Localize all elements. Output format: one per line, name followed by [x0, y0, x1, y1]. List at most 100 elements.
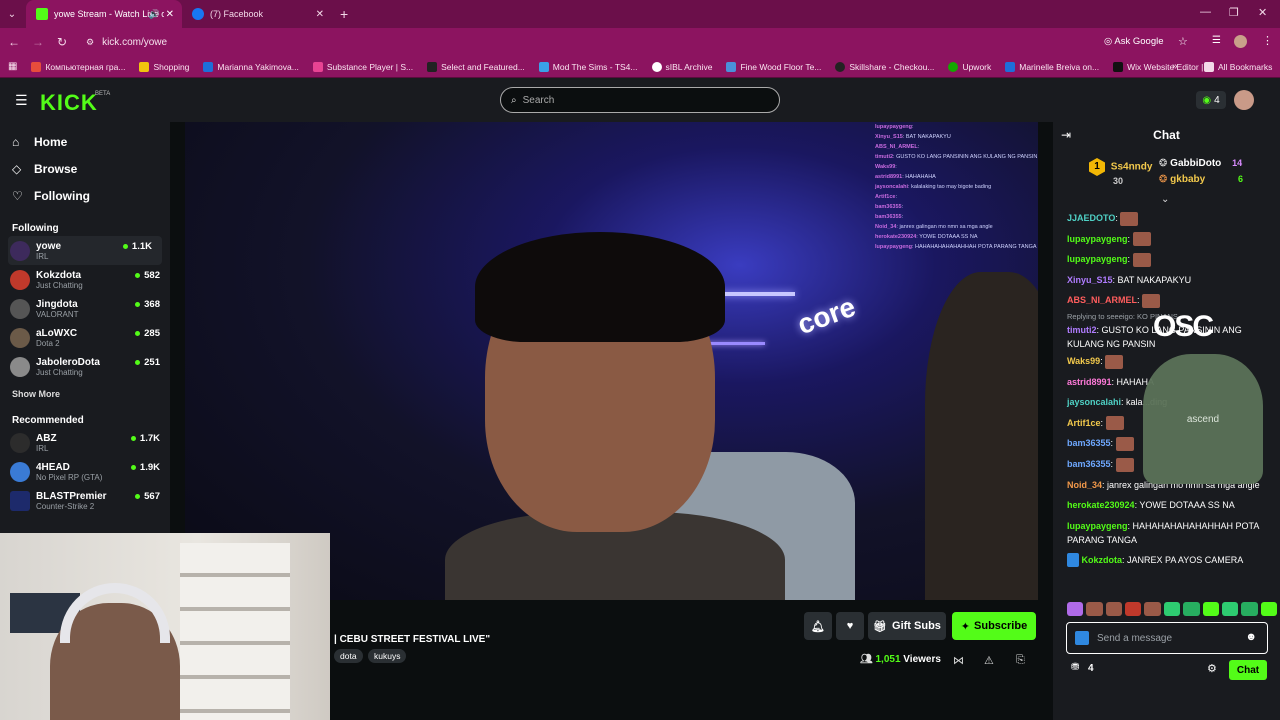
send-chat-button[interactable]: Chat: [1229, 660, 1267, 680]
new-tab-icon[interactable]: +: [340, 6, 348, 22]
report-icon[interactable]: ⚠: [984, 654, 994, 667]
kick-logo[interactable]: KICK: [40, 90, 98, 116]
chat-message: JJAEDOTO:: [1067, 208, 1273, 229]
emote-icon[interactable]: [1067, 602, 1084, 616]
channel-item-jingdota[interactable]: Jingdota VALORANT 368: [0, 294, 170, 323]
profile-avatar-icon[interactable]: [1234, 35, 1247, 48]
video-player[interactable]: core lupaypaygeng: Xinyu_S15: BAT NAKAPA…: [185, 122, 1038, 600]
restore-icon[interactable]: ❐: [1229, 6, 1239, 19]
bookmark-item[interactable]: Компьютерная гра...: [31, 61, 125, 72]
emote-icon[interactable]: [1260, 602, 1277, 616]
following-section-title: Following: [12, 223, 59, 234]
channel-item-4head[interactable]: 4HEAD No Pixel RP (GTA) 1.9K: [0, 457, 170, 486]
emote-icon[interactable]: [1221, 602, 1239, 616]
overlay-chat-line: ABS_NI_ARMEL:: [875, 144, 920, 150]
chat-title: Chat: [1153, 128, 1180, 142]
url-field[interactable]: ⚙ kick.com/yowe: [86, 32, 1086, 52]
bookmark-item[interactable]: sIBL Archive: [651, 61, 712, 72]
share-icon[interactable]: ⋈: [953, 654, 964, 667]
bookmark-item[interactable]: Wix Website Editor |...: [1113, 61, 1210, 72]
bookmarks-overflow-icon[interactable]: »: [1172, 61, 1178, 72]
emote-icon[interactable]: [1183, 602, 1200, 616]
bookmark-favicon-icon: [1113, 61, 1124, 72]
back-icon[interactable]: ←: [2, 35, 26, 49]
channel-item-jaboleodota[interactable]: JaboleroDota Just Chatting 251: [0, 352, 170, 381]
gift-subs-button[interactable]: 🎁︎ Gift Subs: [868, 612, 946, 640]
bookmark-favicon-icon: [139, 61, 150, 72]
emote-icon[interactable]: [1125, 602, 1142, 616]
channel-item-yowe[interactable]: yowe IRL 1.1K: [8, 236, 162, 265]
follow-heart-button[interactable]: ♥: [836, 612, 864, 640]
minimize-icon[interactable]: —: [1200, 6, 1211, 18]
site-info-icon[interactable]: ⚙: [86, 37, 94, 48]
overlay-brand-text: ascend: [1186, 413, 1220, 425]
channel-item-alowxc[interactable]: aLoWXC Dota 2 285: [0, 323, 170, 352]
bookmark-item[interactable]: Marianna Yakimova...: [203, 61, 299, 72]
tab-kick[interactable]: yowe Stream - Watch Live o 🔊 ✕: [26, 0, 182, 28]
tab-facebook[interactable]: (7) Facebook ✕: [182, 0, 332, 28]
chat-message-input[interactable]: Send a message ☻: [1066, 622, 1268, 654]
bookmark-item[interactable]: Mod The Sims - TS4...: [538, 61, 638, 72]
tab-search-chevron-icon[interactable]: ⌄: [0, 9, 24, 20]
bookmark-favicon-icon: [1005, 61, 1016, 72]
emote-icon[interactable]: [1202, 602, 1219, 616]
channel-item-abz[interactable]: ABZ IRL 1.7K: [0, 428, 170, 457]
sidebar-item-home[interactable]: ⌂ Home: [0, 128, 170, 155]
emote-icon[interactable]: [1241, 602, 1258, 616]
bookmark-item[interactable]: Skillshare - Checkou...: [835, 61, 934, 72]
channel-avatar: [10, 356, 30, 377]
subscribe-button[interactable]: ✦ Subscribe: [952, 612, 1036, 640]
kick-coin-icon: ◉: [1202, 94, 1212, 106]
menu-icon[interactable]: ☰: [15, 92, 28, 109]
stream-title: | CEBU STREET FESTIVAL LIVE": [334, 634, 491, 645]
stream-tag[interactable]: dota: [334, 649, 363, 663]
bookmark-favicon-icon: [31, 61, 42, 72]
reload-icon[interactable]: ↻: [50, 35, 74, 49]
ask-google-button[interactable]: ◎ Ask Google: [1104, 36, 1164, 47]
user-avatar[interactable]: [1234, 90, 1254, 110]
close-window-icon[interactable]: ✕: [1258, 6, 1267, 19]
emote-icon[interactable]: [1086, 602, 1103, 616]
channel-item-blastpremier[interactable]: BLASTPremier Counter-Strike 2 567: [0, 486, 170, 515]
channel-item-kokzdota[interactable]: Kokzdota Just Chatting 582: [0, 265, 170, 294]
chat-expand-icon[interactable]: ⌄: [1161, 194, 1169, 205]
apps-grid-icon[interactable]: ▦: [8, 61, 17, 72]
webcam-overlay: [0, 533, 330, 720]
bookmark-item[interactable]: Select and Featured...: [427, 61, 525, 72]
search-input[interactable]: ⌕ Search: [500, 87, 780, 113]
menu-kebab-icon[interactable]: ⋮: [1262, 34, 1273, 47]
chat-settings-icon[interactable]: ⚙: [1207, 662, 1217, 675]
sidebar-item-following[interactable]: ♡ Following: [0, 182, 170, 209]
stream-tag[interactable]: kukuys: [368, 649, 407, 663]
bookmark-item[interactable]: Shopping: [139, 61, 189, 72]
bookmark-favicon-icon: [948, 61, 959, 72]
notification-bell-button[interactable]: 🔔︎: [804, 612, 832, 640]
home-icon: ⌂: [12, 134, 20, 149]
overlay-chat-line: bam36355:: [875, 214, 904, 220]
bookmark-item[interactable]: Marinelle Breiva on...: [1005, 61, 1099, 72]
more-options-icon[interactable]: ⎘: [1016, 654, 1025, 667]
tab-close-icon[interactable]: ✕: [316, 9, 324, 20]
sidebar-item-browse[interactable]: ◇ Browse: [0, 155, 170, 182]
tab-search-icon[interactable]: ☰: [1212, 35, 1221, 46]
show-more-button[interactable]: Show More: [0, 389, 170, 399]
chat-message: lupaypaygeng:: [1067, 249, 1273, 270]
bell-icon: 🔔︎: [811, 620, 825, 633]
forward-icon[interactable]: →: [26, 35, 50, 49]
search-placeholder: Search: [522, 94, 555, 106]
tab-close-icon[interactable]: ✕: [166, 9, 174, 20]
emoji-icon[interactable]: ☻: [1245, 631, 1257, 643]
emote-icon[interactable]: [1144, 602, 1161, 616]
bookmark-item[interactable]: Substance Player | S...: [312, 61, 413, 72]
bookmark-item[interactable]: Upwork: [948, 61, 991, 72]
tab-audio-icon[interactable]: 🔊: [149, 9, 160, 20]
all-bookmarks-button[interactable]: All Bookmarks: [1204, 61, 1272, 72]
bookmark-item[interactable]: Fine Wood Floor Te...: [726, 61, 821, 72]
kick-points-button[interactable]: ◉ 4: [1196, 91, 1226, 109]
emote-icon[interactable]: [1163, 602, 1181, 616]
viewer-count: 567: [135, 491, 160, 502]
emote-icon[interactable]: [1105, 602, 1123, 616]
bookmark-star-icon[interactable]: ☆: [1178, 35, 1188, 48]
star-icon: ✦: [960, 620, 971, 633]
recommended-section-title: Recommended: [12, 415, 84, 426]
